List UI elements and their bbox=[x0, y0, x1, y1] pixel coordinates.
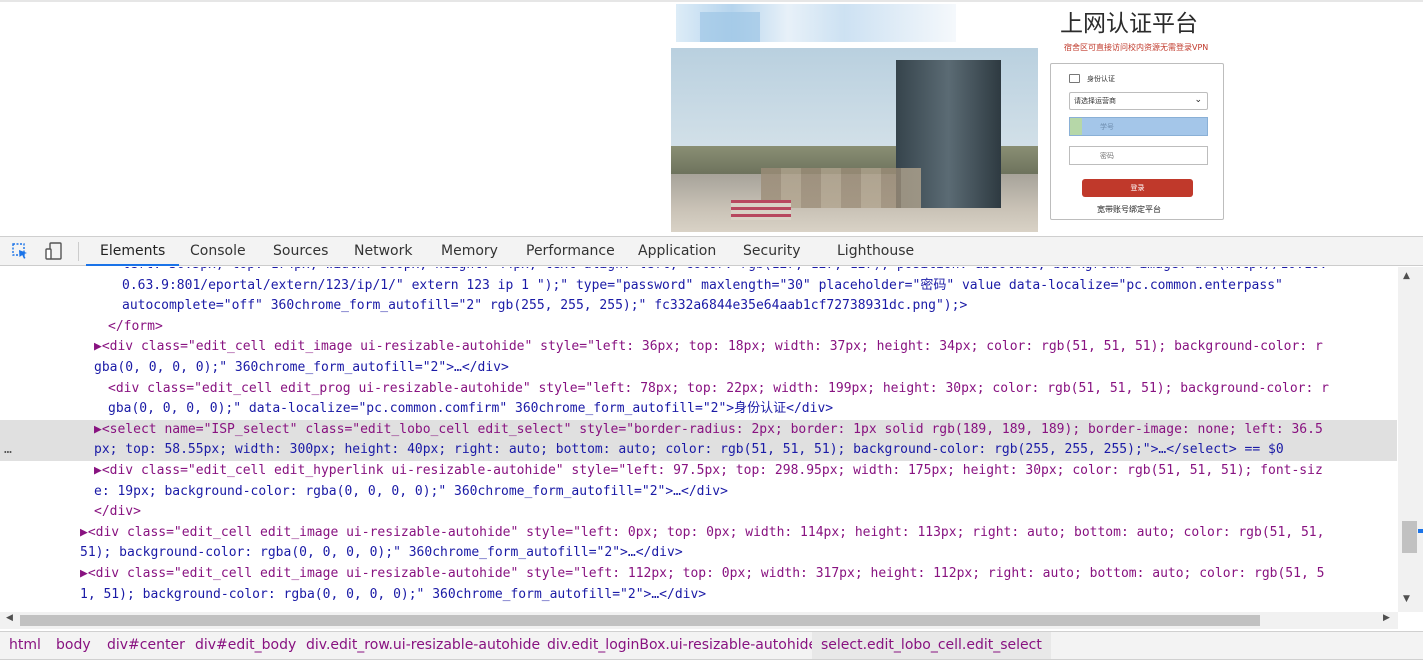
dom-line[interactable]: 1, 51); background-color: rgba(0, 0, 0, … bbox=[0, 585, 1397, 606]
campus-photo bbox=[671, 48, 1038, 232]
dom-line[interactable]: <div class="edit_cell edit_prog ui-resiz… bbox=[0, 379, 1397, 400]
vertical-scrollbar[interactable]: ▲ ▼ bbox=[1398, 267, 1423, 612]
dom-line-text: ▶<select name="ISP_select" class="edit_l… bbox=[94, 421, 1323, 437]
password-placeholder: 密码 bbox=[1100, 152, 1114, 160]
breadcrumb-item[interactable]: body bbox=[47, 632, 100, 659]
tab-application[interactable]: Application bbox=[624, 237, 730, 266]
devtools-panel: Elements Console Sources Network Memory … bbox=[0, 236, 1423, 669]
dom-line-selected[interactable]: … ▶<select name="ISP_select" class="edit… bbox=[0, 419, 1397, 461]
tab-memory[interactable]: Memory bbox=[427, 237, 512, 266]
vertical-scroll-thumb[interactable] bbox=[1402, 521, 1417, 553]
dom-line[interactable]: left: 36.5px; top: 174px; width: 300px; … bbox=[0, 267, 1397, 276]
dom-line-text: e: 19px; background-color: rgba(0, 0, 0,… bbox=[94, 483, 728, 499]
dom-line-text: gba(0, 0, 0, 0);" 360chrome_form_autofil… bbox=[94, 360, 509, 375]
scroll-right-icon[interactable]: ▶ bbox=[1383, 613, 1390, 623]
scroll-left-icon[interactable]: ◀ bbox=[6, 613, 13, 623]
autofill-highlight bbox=[1070, 118, 1082, 135]
dom-line-text: 1, 51); background-color: rgba(0, 0, 0, … bbox=[80, 586, 707, 602]
dom-line[interactable]: 0.63.9:801/eportal/extern/123/ip/1/" ext… bbox=[0, 276, 1397, 297]
isp-selected-value: 请选择运营商 bbox=[1074, 97, 1116, 105]
isp-select[interactable]: 请选择运营商 ⌄ bbox=[1069, 92, 1208, 110]
page-title: 上网认证平台 bbox=[1060, 11, 1198, 37]
account-field[interactable]: 学号 bbox=[1069, 117, 1208, 136]
tab-console[interactable]: Console bbox=[176, 237, 260, 266]
school-logo-mark-blurred bbox=[700, 12, 760, 42]
dom-line[interactable]: </div> bbox=[0, 502, 1397, 523]
dom-line-text: </div> bbox=[94, 504, 141, 520]
dom-line-text: ▶<div class="edit_cell edit_image ui-res… bbox=[80, 566, 1325, 581]
dom-line-text: left: 36.5px; top: 174px; width: 300px; … bbox=[122, 267, 1327, 276]
scroll-down-icon[interactable]: ▼ bbox=[1403, 594, 1410, 604]
dom-line[interactable]: gba(0, 0, 0, 0);" 360chrome_form_autofil… bbox=[0, 358, 1397, 379]
dom-line-text: ▶<div class="edit_cell edit_image ui-res… bbox=[80, 524, 1325, 540]
password-field[interactable]: 密码 bbox=[1069, 146, 1208, 165]
id-card-icon bbox=[1069, 74, 1080, 83]
dom-line[interactable]: gba(0, 0, 0, 0);" data-localize="pc.comm… bbox=[0, 399, 1397, 420]
dom-line[interactable]: 51); background-color: rgba(0, 0, 0, 0);… bbox=[0, 543, 1397, 564]
page-viewport: 上网认证平台 宿舍区可直接访问校内资源无需登录VPN 身份认证 请选择运营商 ⌄… bbox=[0, 0, 1423, 236]
dom-line-text: <div class="edit_cell edit_prog ui-resiz… bbox=[108, 380, 1329, 396]
horizontal-scrollbar[interactable]: ◀ ▶ bbox=[0, 612, 1398, 629]
breadcrumb-item-active[interactable]: select.edit_lobo_cell.edit_select bbox=[812, 632, 1051, 659]
chevron-down-icon: ⌄ bbox=[1194, 95, 1202, 105]
breadcrumb-item[interactable]: div.edit_loginBox.ui-resizable-autohide bbox=[538, 632, 826, 659]
tab-elements[interactable]: Elements bbox=[86, 237, 180, 266]
dom-line[interactable]: ▶<div class="edit_cell edit_image ui-res… bbox=[0, 337, 1397, 358]
dom-line-text: 0.63.9:801/eportal/extern/123/ip/1/" ext… bbox=[122, 277, 1283, 293]
breadcrumb-item[interactable]: html bbox=[0, 632, 50, 659]
scroll-up-icon[interactable]: ▲ bbox=[1403, 271, 1410, 281]
breadcrumb-item[interactable]: div.edit_row.ui-resizable-autohide bbox=[297, 632, 549, 659]
more-options-icon[interactable]: … bbox=[4, 440, 12, 461]
devtools-tabbar: Elements Console Sources Network Memory … bbox=[0, 237, 1423, 266]
tab-lighthouse[interactable]: Lighthouse bbox=[823, 237, 928, 266]
scroll-marker bbox=[1418, 529, 1423, 533]
breadcrumb-item[interactable]: div#edit_body bbox=[186, 632, 305, 659]
device-toolbar-icon[interactable] bbox=[45, 242, 63, 260]
broadband-bind-link[interactable]: 宽带账号绑定平台 bbox=[1097, 204, 1161, 215]
breadcrumb-item[interactable]: div#center bbox=[98, 632, 194, 659]
dom-line-text: autocomplete="off" 360chrome_form_autofi… bbox=[122, 298, 968, 314]
tab-performance[interactable]: Performance bbox=[512, 237, 629, 266]
dom-line[interactable]: ▶<div class="edit_cell edit_image ui-res… bbox=[0, 523, 1397, 544]
tab-network[interactable]: Network bbox=[340, 237, 426, 266]
id-label: 身份认证 bbox=[1087, 75, 1115, 83]
login-button[interactable]: 登录 bbox=[1082, 179, 1193, 197]
page-subtitle: 宿舍区可直接访问校内资源无需登录VPN bbox=[1064, 43, 1209, 52]
login-box: 身份认证 请选择运营商 ⌄ 学号 密码 登录 宽带账号绑定平台 bbox=[1050, 63, 1224, 220]
dom-line-text: ▶<div class="edit_cell edit_hyperlink ui… bbox=[94, 463, 1323, 478]
dom-tree[interactable]: left: 36.5px; top: 174px; width: 300px; … bbox=[0, 267, 1397, 607]
dom-line[interactable]: ▶<div class="edit_cell edit_hyperlink ui… bbox=[0, 461, 1397, 482]
dom-line-text: ▶<div class="edit_cell edit_image ui-res… bbox=[94, 339, 1323, 355]
tab-sources[interactable]: Sources bbox=[259, 237, 342, 266]
dom-line[interactable]: autocomplete="off" 360chrome_form_autofi… bbox=[0, 296, 1397, 317]
dom-line-text: </form> bbox=[108, 318, 163, 334]
account-placeholder: 学号 bbox=[1100, 123, 1114, 131]
dom-line[interactable]: ▶<div class="edit_cell edit_image ui-res… bbox=[0, 564, 1397, 585]
breadcrumb: html body div#center div#edit_body div.e… bbox=[0, 631, 1423, 659]
dom-line-text: px; top: 58.55px; width: 300px; height: … bbox=[94, 442, 1284, 458]
photo-flowerbeds bbox=[731, 200, 791, 220]
inspect-element-icon[interactable] bbox=[12, 243, 29, 260]
dom-line-text: gba(0, 0, 0, 0);" data-localize="pc.comm… bbox=[108, 401, 834, 417]
tab-security[interactable]: Security bbox=[729, 237, 815, 266]
dom-line-text: 51); background-color: rgba(0, 0, 0, 0);… bbox=[80, 545, 683, 561]
tab-separator bbox=[78, 242, 79, 261]
dom-line[interactable]: </form> bbox=[0, 317, 1397, 338]
horizontal-scroll-thumb[interactable] bbox=[20, 615, 1260, 626]
dom-line[interactable]: e: 19px; background-color: rgba(0, 0, 0,… bbox=[0, 482, 1397, 503]
